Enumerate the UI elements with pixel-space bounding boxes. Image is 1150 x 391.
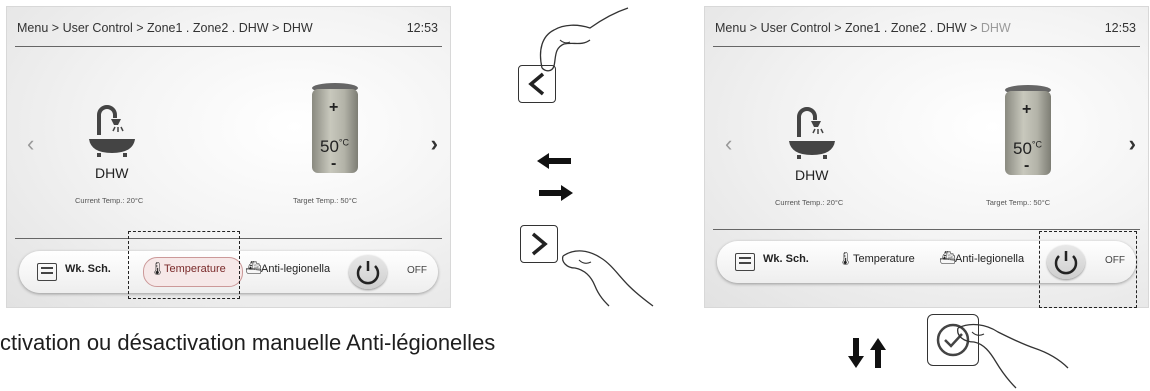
zone-label: DHW	[795, 167, 829, 183]
breadcrumb-sep: >	[272, 21, 280, 35]
dhw-screen-left: Menu > User Control > Zone1 . Zone2 . DH…	[6, 6, 451, 308]
schedule-button[interactable]: Wk. Sch.	[763, 253, 809, 265]
current-temp: Current Temp.: 20°C	[775, 198, 844, 207]
breadcrumb-user-control[interactable]: User Control	[63, 21, 133, 35]
up-down-arrows	[848, 338, 886, 368]
breadcrumb-sep: >	[749, 21, 758, 35]
thermometer-icon: 🌡	[837, 251, 854, 266]
breadcrumb-sep: >	[970, 21, 978, 35]
temperature-button[interactable]: Temperature	[853, 253, 915, 265]
schedule-icon[interactable]	[735, 253, 755, 271]
anti-legionella-button[interactable]: Anti-legionella	[955, 253, 1024, 265]
target-temp: Target Temp.: 50°C	[293, 196, 358, 205]
temperature-highlight-box	[128, 231, 240, 299]
zone-label: DHW	[95, 165, 129, 181]
prev-zone-arrow[interactable]: ‹	[725, 131, 732, 157]
power-button[interactable]	[349, 255, 387, 289]
schedule-icon[interactable]	[37, 263, 57, 281]
hand-pointer-icon	[957, 323, 1069, 389]
tank-temperature: 50°C	[320, 137, 350, 156]
breadcrumb-sep: >	[834, 21, 842, 35]
dhw-screen-right: Menu > User Control > Zone1 . Zone2 . DH…	[704, 6, 1149, 308]
arrow-left-icon	[537, 153, 571, 169]
swap-arrows	[537, 153, 573, 201]
breadcrumb-sep: >	[51, 21, 60, 35]
breadcrumb-menu[interactable]: Menu	[17, 21, 48, 35]
breadcrumb-sep: >	[136, 21, 144, 35]
schedule-button[interactable]: Wk. Sch.	[65, 263, 111, 275]
hand-pointer-icon	[539, 7, 629, 72]
breadcrumb-current: DHW	[282, 21, 313, 35]
anti-legionella-icon: ⛴	[245, 260, 262, 275]
decrease-temp-button[interactable]: -	[1024, 157, 1029, 175]
target-temp: Target Temp.: 50°C	[986, 198, 1051, 207]
power-highlight-box	[1039, 231, 1137, 308]
anti-legionella-icon: ⛴	[939, 250, 956, 265]
next-zone-arrow[interactable]: ›	[431, 131, 438, 157]
clock: 12:53	[1104, 21, 1136, 35]
faucet-icon	[789, 107, 835, 159]
arrow-up-icon	[870, 338, 886, 368]
header-divider	[713, 46, 1140, 47]
tank-temperature: 50°C	[1013, 139, 1043, 158]
caption: ctivation ou désactivation manuelle Anti…	[0, 330, 496, 355]
breadcrumb-user-control[interactable]: User Control	[761, 21, 831, 35]
prev-zone-arrow[interactable]: ‹	[27, 131, 34, 157]
arrow-down-icon	[848, 338, 864, 368]
breadcrumb-zones[interactable]: Zone1 . Zone2 . DHW	[845, 21, 967, 35]
clock: 12:53	[406, 21, 438, 35]
arrow-right-icon	[539, 185, 573, 201]
breadcrumb: Menu > User Control > Zone1 . Zone2 . DH…	[715, 21, 1011, 35]
breadcrumb-current: DHW	[980, 21, 1011, 35]
anti-legionella-button[interactable]: Anti-legionella	[261, 263, 330, 275]
power-icon	[356, 261, 380, 285]
increase-temp-button[interactable]: +	[329, 99, 338, 117]
header-divider	[15, 46, 442, 47]
faucet-icon	[89, 105, 135, 157]
increase-temp-button[interactable]: +	[1022, 101, 1031, 119]
breadcrumb-zones[interactable]: Zone1 . Zone2 . DHW	[147, 21, 269, 35]
next-zone-arrow[interactable]: ›	[1129, 131, 1136, 157]
hand-pointer-icon	[561, 250, 654, 307]
breadcrumb: Menu > User Control > Zone1 . Zone2 . DH…	[17, 21, 313, 35]
current-temp: Current Temp.: 20°C	[75, 196, 144, 205]
breadcrumb-menu[interactable]: Menu	[715, 21, 746, 35]
bar-divider	[713, 229, 1140, 230]
decrease-temp-button[interactable]: -	[331, 155, 336, 173]
power-state: OFF	[407, 265, 427, 276]
